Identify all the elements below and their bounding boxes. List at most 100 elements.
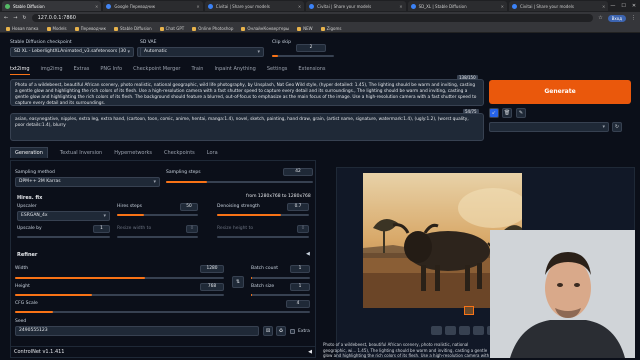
cfg-scale-input[interactable]: 4: [286, 300, 310, 308]
hires-steps-slider[interactable]: [117, 214, 198, 216]
tab-close-icon[interactable]: ✕: [298, 4, 301, 9]
batch-size-input[interactable]: 1: [290, 283, 310, 291]
hires-steps-input[interactable]: 50: [180, 203, 198, 211]
maximize-icon[interactable]: ☐: [621, 3, 625, 9]
tab-generation[interactable]: Generation: [10, 147, 48, 158]
zip-button[interactable]: [459, 326, 470, 335]
profile-button[interactable]: Вход: [607, 14, 626, 22]
presenter-video: [490, 230, 635, 358]
forward-icon[interactable]: →: [13, 15, 17, 21]
upscale-by-slider[interactable]: [17, 236, 110, 238]
reload-icon[interactable]: ↻: [22, 15, 26, 21]
tab-textual-inversion[interactable]: Textual Inversion: [60, 150, 102, 158]
tab-checkpoints[interactable]: Checkpoints: [164, 150, 195, 158]
tab-txt2img[interactable]: txt2img: [10, 66, 30, 75]
tab-checkpoint-merger[interactable]: Checkpoint Merger: [133, 66, 180, 75]
open-folder-button[interactable]: [431, 326, 442, 335]
resize-height-input[interactable]: 0: [297, 225, 309, 233]
bookmark-item[interactable]: Переводчик: [74, 26, 106, 31]
tab-close-icon[interactable]: ✕: [196, 4, 199, 9]
reuse-seed-button[interactable]: ♻: [276, 326, 286, 336]
browser-tab-civitai-3[interactable]: Civitai | Share your models ✕: [508, 1, 609, 11]
save-button[interactable]: [445, 326, 456, 335]
read-params-button[interactable]: ↙: [489, 108, 499, 118]
resize-width-slider[interactable]: [117, 236, 198, 238]
bookmark-label: Models: [52, 25, 67, 31]
swap-icon: ⇅: [235, 279, 241, 285]
batch-count-slider[interactable]: [251, 277, 310, 279]
send-to-img2img-button[interactable]: [473, 326, 484, 335]
bookmark-item[interactable]: Новая папка: [6, 26, 39, 31]
bookmark-item[interactable]: Chat GPT: [159, 26, 184, 31]
resize-height-slider[interactable]: [217, 236, 309, 238]
bookmark-item[interactable]: Online Photoshop: [192, 26, 233, 31]
sampling-method-select[interactable]: DPM++ 2M Karras ▾: [15, 177, 160, 187]
batch-size-slider[interactable]: [251, 294, 310, 296]
tab-close-icon[interactable]: ✕: [501, 4, 504, 9]
star-icon[interactable]: ☆: [598, 15, 602, 21]
height-input[interactable]: 768: [200, 283, 224, 291]
denoising-input[interactable]: 0.7: [287, 203, 309, 211]
upscale-by-input[interactable]: 1: [93, 225, 110, 233]
browser-tab-translate[interactable]: Google Переводчик ✕: [103, 1, 203, 11]
width-slider[interactable]: [15, 277, 224, 279]
refiner-label[interactable]: Refiner: [17, 252, 37, 258]
controlnet-header[interactable]: ControlNet v1.1.411 ◀: [10, 346, 316, 358]
style-button[interactable]: ✎: [516, 108, 526, 118]
tab-settings[interactable]: Settings: [267, 66, 288, 75]
tab-train[interactable]: Train: [191, 66, 203, 75]
trash-button[interactable]: 🗑: [502, 108, 512, 118]
bookmark-item[interactable]: NEW: [297, 26, 313, 31]
tab-lora[interactable]: Lora: [207, 150, 218, 158]
tab-hypernetworks[interactable]: Hypernetworks: [114, 150, 152, 158]
resize-height-label: Resize height to: [217, 226, 254, 231]
sampling-steps-slider[interactable]: [166, 181, 313, 183]
tab-close-icon[interactable]: ✕: [95, 4, 98, 9]
random-seed-button[interactable]: ⚄: [263, 326, 273, 336]
hires-fix-label[interactable]: Hires. fix: [17, 195, 42, 201]
back-icon[interactable]: ←: [4, 15, 8, 21]
denoising-slider[interactable]: [217, 214, 309, 216]
image-thumbnail[interactable]: [464, 306, 474, 315]
width-input[interactable]: 1280: [200, 265, 224, 273]
sampling-steps-input[interactable]: 42: [283, 168, 313, 176]
checkpoint-select[interactable]: SD XL - LeberlightXLAnimated_v3.safetens…: [10, 47, 134, 57]
browser-tab-civitai-2[interactable]: Civitai | Share your models ✕: [306, 1, 406, 11]
upscaler-select[interactable]: ESRGAN_4x ▾: [17, 211, 110, 221]
tab-close-icon[interactable]: ✕: [602, 4, 605, 9]
negative-prompt-textarea[interactable]: asian, easynegative, nipples, extra leg,…: [10, 113, 484, 141]
tab-extensions[interactable]: Extensions: [298, 66, 325, 75]
seed-input[interactable]: 2490555123: [15, 326, 259, 336]
menu-icon[interactable]: ⋮: [631, 15, 636, 21]
prompt-textarea[interactable]: Photo of a wildebeest, beautiful African…: [10, 79, 484, 106]
browser-tab-stable-diffusion[interactable]: Stable Diffusion ✕: [2, 1, 102, 11]
browser-tab-civitai-1[interactable]: Civitai | Share your models ✕: [204, 1, 305, 11]
resize-width-input[interactable]: 0: [186, 225, 198, 233]
url-field[interactable]: 127.0.0.1:7860: [31, 14, 594, 22]
styles-select[interactable]: ▾: [489, 122, 609, 132]
clip-skip-input[interactable]: 2: [296, 44, 326, 52]
generate-button[interactable]: Generate: [489, 80, 631, 104]
bookmark-item[interactable]: Stable Diffusion: [114, 26, 152, 31]
refresh-styles-button[interactable]: ↻: [612, 122, 622, 132]
vae-select[interactable]: Automatic ▾: [140, 47, 264, 57]
height-slider[interactable]: [15, 294, 224, 296]
extra-seed-checkbox[interactable]: [290, 329, 295, 334]
cfg-scale-slider[interactable]: [15, 311, 310, 313]
browser-tab-sdxl[interactable]: SD_XL | Stable Diffusion ✕: [407, 1, 507, 11]
swap-dimensions-button[interactable]: ⇅: [232, 276, 244, 288]
tab-img2img[interactable]: img2img: [41, 66, 63, 75]
tab-extras[interactable]: Extras: [74, 66, 90, 75]
browser-tab-bar: Stable Diffusion ✕ Google Переводчик ✕ Civ…: [0, 0, 640, 12]
tab-inpaint-anything[interactable]: Inpaint Anything: [214, 66, 255, 75]
tab-close-icon[interactable]: ✕: [399, 4, 402, 9]
tab-png-info[interactable]: PNG Info: [100, 66, 122, 75]
minimize-icon[interactable]: —: [610, 3, 615, 9]
bookmark-item[interactable]: Zigoms: [320, 26, 341, 31]
bookmark-item[interactable]: ОнлайнКонвертеры: [241, 26, 289, 31]
clip-skip-slider[interactable]: [272, 55, 334, 57]
bookmark-item[interactable]: Models: [46, 25, 67, 31]
batch-count-input[interactable]: 1: [290, 265, 310, 273]
close-window-icon[interactable]: ✕: [632, 3, 636, 9]
refiner-collapse-icon[interactable]: ◀: [306, 251, 310, 257]
